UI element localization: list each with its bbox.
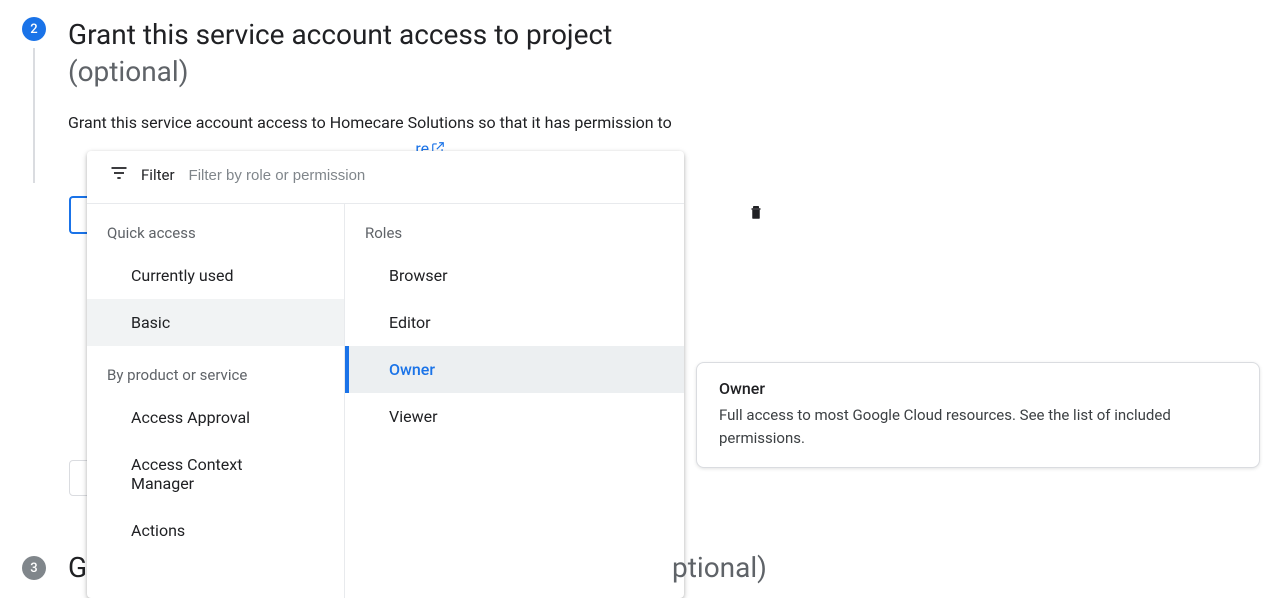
step-3-badge: 3 <box>22 556 46 580</box>
role-editor[interactable]: Editor <box>345 299 684 346</box>
step-3-optional: ptional) <box>672 551 767 584</box>
category-currently-used[interactable]: Currently used <box>87 252 344 299</box>
category-actions[interactable]: Actions <box>87 507 344 554</box>
role-list[interactable]: Roles Browser Editor Owner Viewer <box>345 204 684 598</box>
step-2-badge: 2 <box>22 17 46 41</box>
step-3-title: G <box>68 551 87 584</box>
category-access-context-manager[interactable]: Access Context Manager <box>87 441 344 507</box>
role-browser[interactable]: Browser <box>345 252 684 299</box>
role-owner[interactable]: Owner <box>345 346 684 393</box>
group-quick-access: Quick access <box>87 204 344 252</box>
group-by-product: By product or service <box>87 346 344 394</box>
role-category-list[interactable]: Quick access Currently used Basic By pro… <box>87 204 345 598</box>
filter-icon <box>109 163 129 187</box>
category-access-approval[interactable]: Access Approval <box>87 394 344 441</box>
filter-bar: Filter <box>87 151 684 204</box>
category-basic[interactable]: Basic <box>87 299 344 346</box>
filter-label: Filter <box>141 166 175 184</box>
tooltip-title: Owner <box>719 379 1237 398</box>
role-dropdown: Filter Quick access Currently used Basic… <box>87 151 684 598</box>
filter-input[interactable] <box>187 166 664 185</box>
roles-header: Roles <box>345 204 684 252</box>
step-2-subtitle: (optional) <box>68 55 820 88</box>
delete-role-button[interactable] <box>747 202 765 226</box>
role-select-field[interactable] <box>69 196 87 234</box>
step-2-title: Grant this service account access to pro… <box>68 17 820 53</box>
role-description-tooltip: Owner Full access to most Google Cloud r… <box>696 362 1260 468</box>
tooltip-description: Full access to most Google Cloud resourc… <box>719 404 1237 449</box>
step-connector-line <box>33 48 35 183</box>
role-viewer[interactable]: Viewer <box>345 393 684 440</box>
